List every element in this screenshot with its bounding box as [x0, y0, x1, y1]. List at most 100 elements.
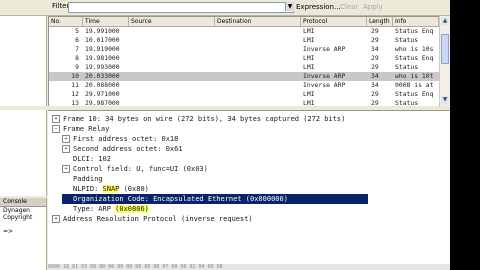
col-protocol[interactable]: Protocol [301, 17, 367, 26]
packet-info: Status Enq [395, 54, 434, 62]
packet-no: 5 [75, 27, 79, 35]
packet-details[interactable]: + Frame 10: 34 bytes on wire (272 bits), … [48, 110, 450, 270]
scroll-thumb[interactable] [441, 34, 449, 64]
detail-text: Frame Relay [63, 125, 110, 133]
packet-length: 29 [371, 54, 379, 62]
packet-row[interactable]: 6 10.017000 LMI 29 Status [49, 36, 439, 45]
packet-protocol: Inverse ARP [303, 72, 346, 80]
expand-icon[interactable]: + [62, 165, 70, 173]
packet-info: 0008 is at [395, 81, 434, 89]
packet-info: who is 10t [395, 72, 434, 80]
packet-no: 6 [75, 36, 79, 44]
packet-no: 11 [71, 81, 79, 89]
packet-row[interactable]: 9 19.993000 LMI 29 Status [49, 63, 439, 72]
col-info[interactable]: Info [393, 17, 439, 26]
detail-row[interactable]: − Frame Relay [52, 124, 109, 134]
highlighted-text: SNAP [102, 185, 120, 193]
packet-time: 19.993000 [85, 63, 120, 71]
detail-text: NLPID: SNAP (0x80) [73, 185, 149, 193]
detail-row[interactable]: + Frame 10: 34 bytes on wire (272 bits), … [52, 114, 345, 124]
filter-input[interactable] [68, 2, 294, 13]
packet-time: 20.033000 [85, 72, 120, 80]
detail-text: Second address octet: 0x61 [73, 145, 183, 153]
left-dock-top [0, 16, 47, 106]
expand-icon[interactable]: + [52, 215, 60, 223]
packet-info: Status [395, 36, 419, 44]
detail-text: Type: ARP (0x0806) [73, 205, 149, 213]
packet-no: 8 [75, 54, 79, 62]
packet-info: who is 10s [395, 45, 434, 53]
detail-row[interactable]: + Second address octet: 0x61 [62, 144, 183, 154]
detail-row[interactable]: + Control field: U, func=UI (0x03) [62, 164, 208, 174]
packet-length: 29 [371, 90, 379, 98]
expand-icon[interactable]: + [52, 115, 60, 123]
wireshark-window: Filter: ▼ Expression... Clear Apply No. … [0, 0, 450, 270]
packet-no: 12 [71, 90, 79, 98]
console-prompt[interactable]: => [0, 228, 46, 235]
detail-row[interactable]: NLPID: SNAP (0x80) [62, 184, 149, 194]
detail-row[interactable]: DLCI: 102 [62, 154, 111, 164]
packet-time: 19.981000 [85, 54, 120, 62]
packet-protocol: Inverse ARP [303, 45, 346, 53]
col-no[interactable]: No. [49, 17, 83, 26]
detail-row[interactable]: + First address octet: 0x18 [62, 134, 178, 144]
col-length[interactable]: Length [367, 17, 393, 26]
packet-no: 9 [75, 63, 79, 71]
console-title: Console [0, 198, 46, 207]
col-source[interactable]: Source [129, 17, 215, 26]
packet-length: 29 [371, 36, 379, 44]
packet-list[interactable]: No. Time Source Destination Protocol Len… [48, 16, 440, 107]
detail-text: Padding [73, 175, 103, 183]
packet-list-scrollbar[interactable]: ▲ ▼ [439, 16, 450, 105]
packet-protocol: LMI [303, 90, 315, 98]
packet-row[interactable]: 5 19.991000 LMI 29 Status Enq [49, 27, 439, 36]
packet-time: 10.017000 [85, 36, 120, 44]
col-destination[interactable]: Destination [215, 17, 301, 26]
packet-length: 29 [371, 27, 379, 35]
packet-protocol: LMI [303, 27, 315, 35]
expand-icon[interactable]: + [62, 145, 70, 153]
packet-info: Status Enq [395, 27, 434, 35]
packet-row[interactable]: 12 29.971000 LMI 29 Status Enq [49, 90, 439, 99]
detail-row[interactable]: Padding [62, 174, 103, 184]
packet-time: 29.971000 [85, 90, 120, 98]
packet-protocol: LMI [303, 63, 315, 71]
packet-no: 10 [71, 72, 79, 80]
console-line: Copyright [3, 214, 33, 221]
packet-time: 19.919000 [85, 45, 120, 53]
hex-bytes: 0000 18 61 03 00 80 00 00 00 08 06 00 0f… [48, 264, 223, 270]
packet-row[interactable]: 10 20.033000 Inverse ARP 34 who is 10t [49, 72, 439, 81]
filter-dropdown-icon[interactable]: ▼ [285, 2, 294, 11]
console-line: Dynagen [3, 207, 30, 214]
packet-length: 34 [371, 72, 379, 80]
detail-text: Address Resolution Protocol (inverse req… [63, 215, 253, 223]
packet-length: 34 [371, 45, 379, 53]
packet-info: Status [395, 63, 419, 71]
detail-row[interactable]: + Address Resolution Protocol (inverse re… [52, 214, 253, 224]
clear-button[interactable]: Clear [340, 2, 358, 12]
highlighted-text: (0x0806) [115, 205, 149, 213]
packet-row[interactable]: 11 20.088000 Inverse ARP 34 0008 is at [49, 81, 439, 90]
left-dock-middle [0, 110, 47, 196]
packet-row[interactable]: 8 19.981000 LMI 29 Status Enq [49, 54, 439, 63]
expression-button[interactable]: Expression... [296, 2, 341, 12]
screen-edge [450, 0, 480, 270]
detail-row[interactable]: Type: ARP (0x0806) [62, 204, 149, 214]
expand-icon[interactable]: + [62, 135, 70, 143]
apply-button[interactable]: Apply [363, 2, 383, 12]
scroll-down-icon[interactable]: ▼ [441, 96, 449, 104]
collapse-icon[interactable]: − [52, 125, 60, 133]
col-time[interactable]: Time [83, 17, 129, 26]
hex-bytes-strip: 0000 18 61 03 00 80 00 00 00 08 06 00 0f… [48, 264, 450, 270]
detail-text: Frame 10: 34 bytes on wire (272 bits), 3… [63, 115, 346, 123]
packet-row[interactable]: 7 19.919000 Inverse ARP 34 who is 10s [49, 45, 439, 54]
scroll-up-icon[interactable]: ▲ [441, 17, 449, 25]
detail-row[interactable]: Organization Code: Encapsulated Ethernet… [62, 194, 368, 204]
packet-no: 7 [75, 45, 79, 53]
packet-time: 20.088000 [85, 81, 120, 89]
packet-info: Status Enq [395, 90, 434, 98]
detail-text: Control field: U, func=UI (0x03) [73, 165, 208, 173]
detail-text: Organization Code: Encapsulated Ethernet… [73, 195, 288, 203]
detail-text: DLCI: 102 [73, 155, 111, 163]
detail-text: First address octet: 0x18 [73, 135, 179, 143]
